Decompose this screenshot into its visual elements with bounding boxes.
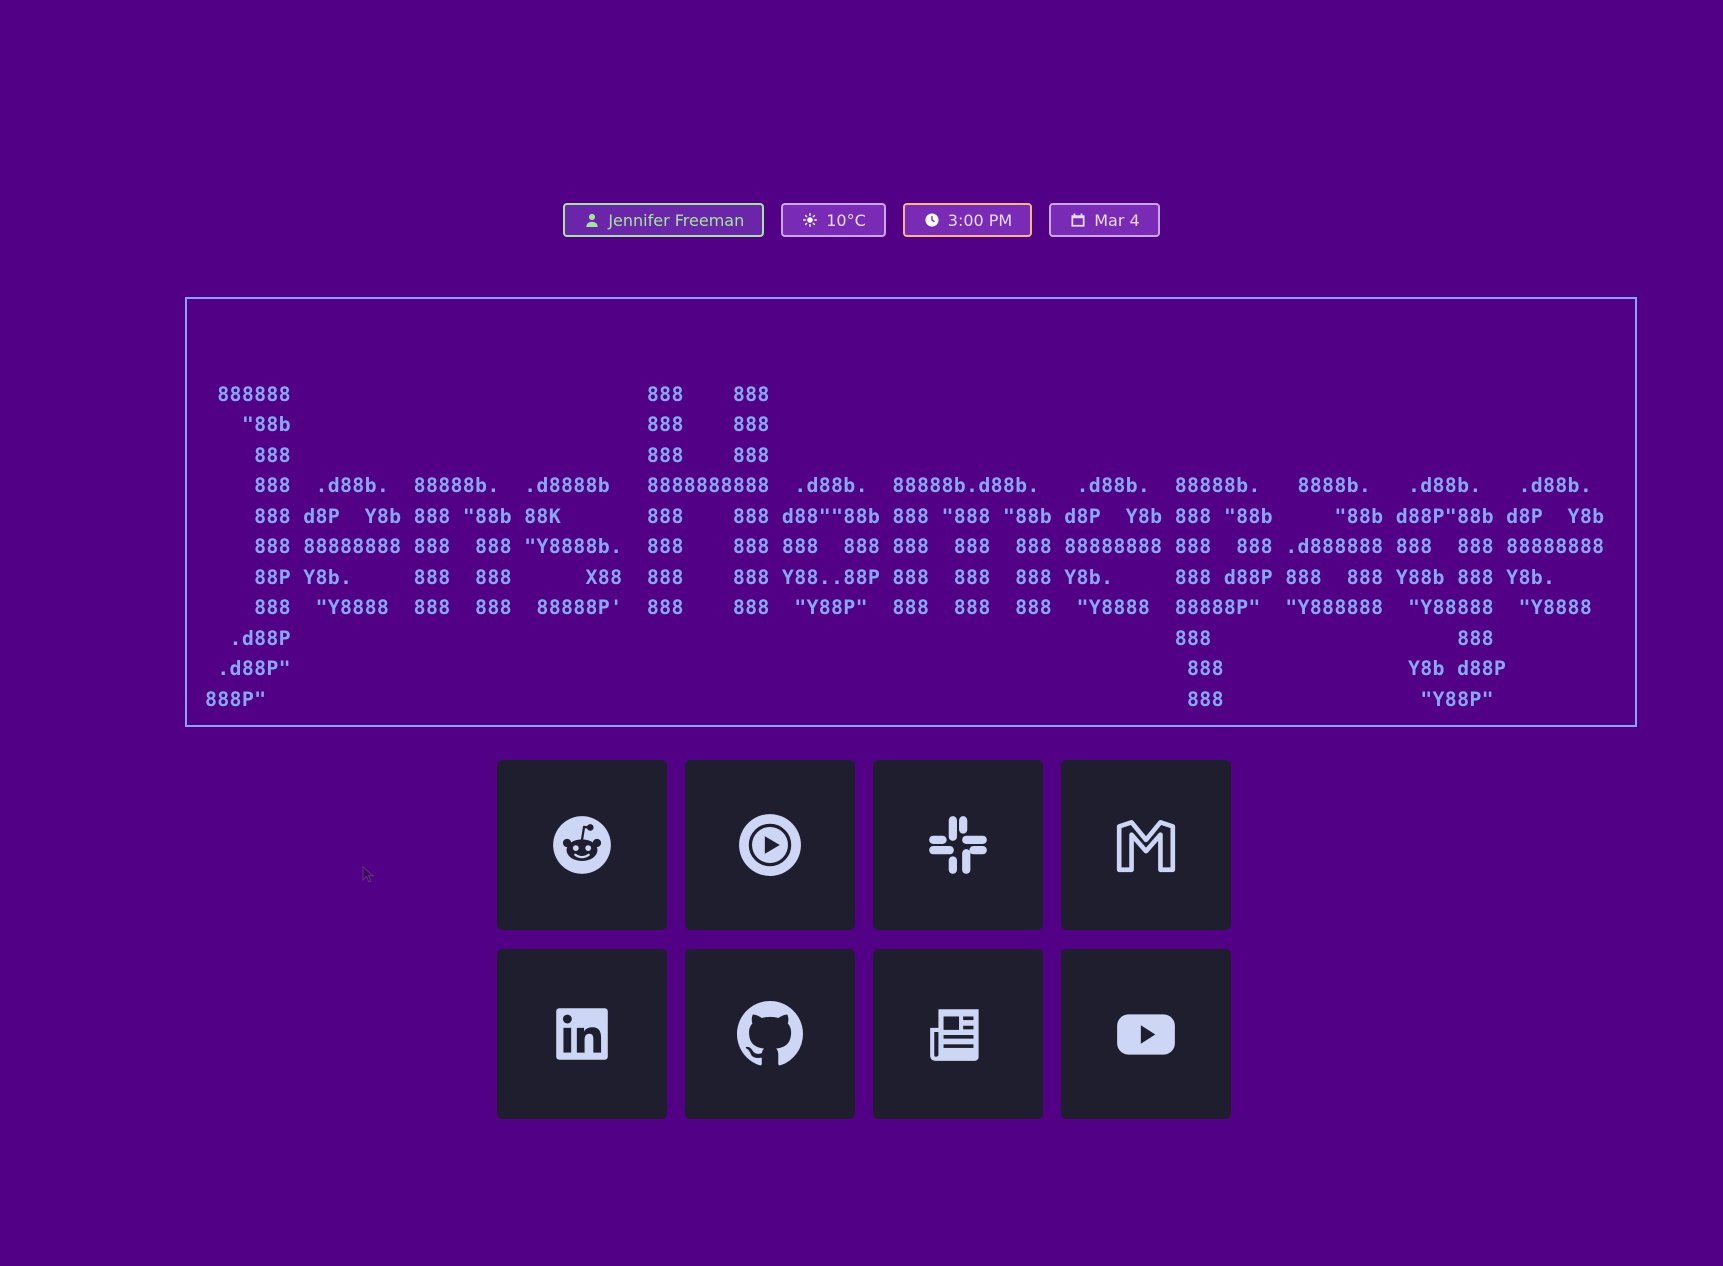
ascii-banner-line: .d88P" 888 Y8b d88P (205, 657, 1507, 680)
time-value: 3:00 PM (947, 210, 1013, 230)
ascii-banner-line: 888P" 888 "Y88P" (205, 687, 1494, 711)
linkedin-icon (556, 1008, 608, 1060)
reddit-icon (553, 816, 611, 874)
ascii-banner-line: 888 88888888 888 888 "Y8888b. 888 888 88… (205, 535, 1605, 558)
date-value: Mar 4 (1094, 210, 1140, 230)
reddit-link[interactable] (497, 760, 667, 930)
date-pill[interactable]: Mar 4 (1049, 203, 1160, 237)
linkedin-link[interactable] (497, 949, 667, 1119)
user-name: Jennifer Freeman (608, 210, 745, 230)
github-icon (737, 1001, 803, 1066)
ascii-banner-line: 888 888 888 (205, 443, 770, 467)
slack-icon (929, 816, 987, 874)
news-link[interactable] (873, 949, 1043, 1119)
calendar-icon (1071, 213, 1085, 227)
youtube-music-link[interactable] (685, 760, 855, 930)
time-pill[interactable]: 3:00 PM (902, 203, 1033, 237)
slack-link[interactable] (873, 760, 1043, 930)
user-pill[interactable]: Jennifer Freeman (563, 203, 765, 237)
newspaper-icon (930, 1009, 979, 1061)
youtube-link[interactable] (1061, 949, 1231, 1119)
ascii-banner: 888888 888 888 "88b 888 888 888 888 888 … (205, 349, 1604, 715)
weather-value: 10°C (826, 210, 866, 230)
mouse-cursor-icon (362, 866, 375, 883)
ascii-banner-line: 888 .d88b. 88888b. .d8888b 8888888888 .d… (205, 474, 1593, 497)
gmail-link[interactable] (1061, 760, 1231, 930)
start-page: Jennifer Freeman 10°C 3:00 PM Mar 4 8888… (0, 0, 1723, 1266)
ascii-banner-line: .d88P 888 888 (205, 626, 1494, 650)
ascii-banner-line: 888888 888 888 (205, 382, 770, 406)
sun-icon (803, 213, 818, 227)
weather-pill[interactable]: 10°C (781, 203, 886, 237)
youtube-icon (1117, 1014, 1175, 1055)
ascii-banner-line: 88P Y8b. 888 888 X88 888 888 Y88..88P 88… (205, 565, 1556, 589)
status-bar: Jennifer Freeman 10°C 3:00 PM Mar 4 (0, 203, 1723, 237)
quick-links-grid (497, 760, 1231, 1119)
user-icon (586, 213, 598, 227)
clock-icon (925, 213, 939, 227)
ascii-banner-line: 888 "Y8888 888 888 88888P' 888 888 "Y88P… (205, 596, 1593, 619)
ascii-banner-box: 888888 888 888 "88b 888 888 888 888 888 … (185, 297, 1637, 727)
ascii-banner-line: "88b 888 888 (205, 413, 770, 436)
ascii-banner-line: 888 d8P Y8b 888 "88b 88K 888 888 d88""88… (205, 504, 1605, 528)
github-link[interactable] (685, 949, 855, 1119)
gmail-icon (1116, 819, 1176, 873)
play-circle-icon (739, 814, 801, 876)
